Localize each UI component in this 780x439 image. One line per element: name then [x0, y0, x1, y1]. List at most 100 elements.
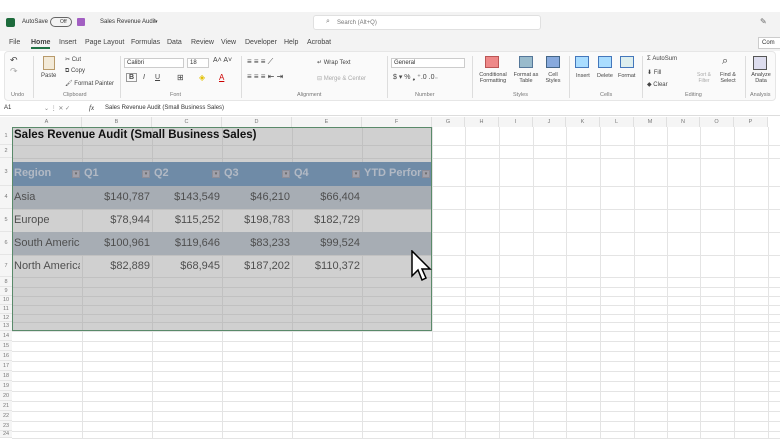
number-format-select[interactable]: General: [391, 58, 465, 68]
format-cells-button[interactable]: Format: [618, 73, 635, 79]
format-as-table-icon[interactable]: [519, 56, 533, 68]
tab-review[interactable]: Review: [191, 39, 214, 46]
value-cell[interactable]: $143,549: [154, 191, 220, 203]
region-cell[interactable]: North America: [14, 260, 80, 272]
undo-icon[interactable]: ↶: [10, 55, 18, 66]
save-icon[interactable]: [77, 18, 85, 26]
filter-dropdown-icon[interactable]: ▾: [142, 170, 150, 178]
row-header-11[interactable]: 11: [0, 305, 12, 314]
chevron-down-icon[interactable]: ⌄ ⋮ ✕ ✓: [44, 105, 70, 112]
value-cell[interactable]: $46,210: [224, 191, 290, 203]
wrap-text-button[interactable]: ↵ Wrap Text: [317, 59, 351, 66]
tab-formulas[interactable]: Formulas: [131, 39, 160, 46]
merge-center-button[interactable]: ⊟ Merge & Center: [317, 75, 366, 82]
header-ytd-perform[interactable]: YTD Perform: [364, 167, 422, 179]
value-cell[interactable]: $187,202: [224, 260, 290, 272]
align-top-icon[interactable]: ≡ ≡ ≡ ⟋: [247, 57, 273, 67]
format-as-table-button[interactable]: Format as Table: [511, 72, 541, 84]
tab-data[interactable]: Data: [167, 39, 182, 46]
tab-acrobat[interactable]: Acrobat: [307, 39, 331, 46]
analyze-data-button[interactable]: Analyze Data: [748, 72, 774, 84]
format-painter-button[interactable]: 🖌 Format Painter: [65, 80, 114, 87]
column-header-I[interactable]: I: [499, 117, 533, 127]
row-header-19[interactable]: 19: [0, 381, 12, 391]
row-header-16[interactable]: 16: [0, 351, 12, 361]
conditional-formatting-button[interactable]: Conditional Formatting: [475, 72, 511, 84]
value-cell[interactable]: $78,944: [84, 214, 150, 226]
region-cell[interactable]: Asia: [14, 191, 80, 203]
underline-button[interactable]: U: [155, 74, 160, 81]
value-cell[interactable]: $83,233: [224, 237, 290, 249]
format-cells-icon[interactable]: [620, 56, 634, 68]
find-select-button[interactable]: Find & Select: [716, 72, 740, 84]
pen-icon[interactable]: ✎: [760, 17, 767, 26]
currency-icon[interactable]: $ ▾ % ❟ ⁺.0 .0₋: [393, 73, 438, 82]
region-cell[interactable]: South America: [14, 237, 80, 249]
value-cell[interactable]: $66,404: [294, 191, 360, 203]
autosave-toggle[interactable]: Off: [50, 17, 72, 27]
fill-button[interactable]: ⬇ Fill: [647, 69, 661, 76]
column-header-E[interactable]: E: [292, 117, 362, 127]
value-cell[interactable]: $68,945: [154, 260, 220, 272]
column-header-B[interactable]: B: [82, 117, 152, 127]
column-header-D[interactable]: D: [222, 117, 292, 127]
row-header-4[interactable]: 4: [0, 186, 12, 209]
row-header-13[interactable]: 13: [0, 322, 12, 331]
conditional-formatting-icon[interactable]: [485, 56, 499, 68]
formula-input[interactable]: Sales Revenue Audit (Small Business Sale…: [105, 105, 224, 111]
redo-icon[interactable]: ↷: [10, 66, 18, 77]
clear-button[interactable]: ◆ Clear: [647, 81, 668, 88]
insert-cells-button[interactable]: Insert: [576, 73, 590, 79]
row-header-18[interactable]: 18: [0, 371, 12, 381]
tab-view[interactable]: View: [221, 39, 236, 46]
fill-color-icon[interactable]: ◈: [199, 73, 205, 82]
column-header-H[interactable]: H: [465, 117, 499, 127]
row-header-10[interactable]: 10: [0, 296, 12, 305]
value-cell[interactable]: $198,783: [224, 214, 290, 226]
paste-icon[interactable]: [43, 56, 55, 70]
column-header-L[interactable]: L: [600, 117, 634, 127]
autosum-button[interactable]: Σ AutoSum: [647, 56, 677, 62]
filter-dropdown-icon[interactable]: ▾: [352, 170, 360, 178]
column-header-F[interactable]: F: [362, 117, 432, 127]
fx-icon[interactable]: fx: [89, 104, 94, 112]
filter-dropdown-icon[interactable]: ▾: [282, 170, 290, 178]
header-q2[interactable]: Q2: [154, 167, 220, 179]
row-header-21[interactable]: 21: [0, 401, 12, 411]
borders-icon[interactable]: ⊞: [177, 73, 184, 82]
value-cell[interactable]: $115,252: [154, 214, 220, 226]
column-header-A[interactable]: A: [12, 117, 82, 127]
bold-button[interactable]: B: [126, 73, 138, 82]
value-cell[interactable]: $140,787: [84, 191, 150, 203]
column-header-G[interactable]: G: [432, 117, 465, 127]
search-box[interactable]: ⌕ Search (Alt+Q): [313, 15, 541, 30]
delete-cells-icon[interactable]: [598, 56, 612, 68]
filter-dropdown-icon[interactable]: ▾: [72, 170, 80, 178]
analyze-data-icon[interactable]: [753, 56, 767, 70]
tab-insert[interactable]: Insert: [59, 39, 77, 46]
paste-button[interactable]: Paste: [41, 73, 56, 79]
row-header-14[interactable]: 14: [0, 331, 12, 341]
region-cell[interactable]: Europe: [14, 214, 80, 226]
tab-file[interactable]: File: [9, 39, 20, 46]
cell-styles-icon[interactable]: [546, 56, 560, 68]
font-size-select[interactable]: 18: [187, 58, 209, 68]
tab-page-layout[interactable]: Page Layout: [85, 39, 124, 46]
value-cell[interactable]: $99,524: [294, 237, 360, 249]
value-cell[interactable]: $100,961: [84, 237, 150, 249]
row-header-17[interactable]: 17: [0, 361, 12, 371]
header-q4[interactable]: Q4: [294, 167, 360, 179]
header-region[interactable]: Region: [14, 167, 80, 179]
value-cell[interactable]: $110,372: [294, 260, 360, 272]
insert-cells-icon[interactable]: [575, 56, 589, 68]
copy-button[interactable]: ⧉ Copy: [65, 68, 85, 75]
font-color-icon[interactable]: A: [219, 73, 224, 82]
name-box[interactable]: A1: [4, 105, 11, 111]
header-q1[interactable]: Q1: [84, 167, 150, 179]
column-header-O[interactable]: O: [700, 117, 734, 127]
font-name-select[interactable]: Calibri: [124, 58, 184, 68]
comments-button[interactable]: Com: [758, 37, 780, 49]
sort-filter-button[interactable]: Sort & Filter: [695, 72, 713, 84]
row-header-5[interactable]: 5: [0, 209, 12, 232]
column-header-M[interactable]: M: [634, 117, 667, 127]
